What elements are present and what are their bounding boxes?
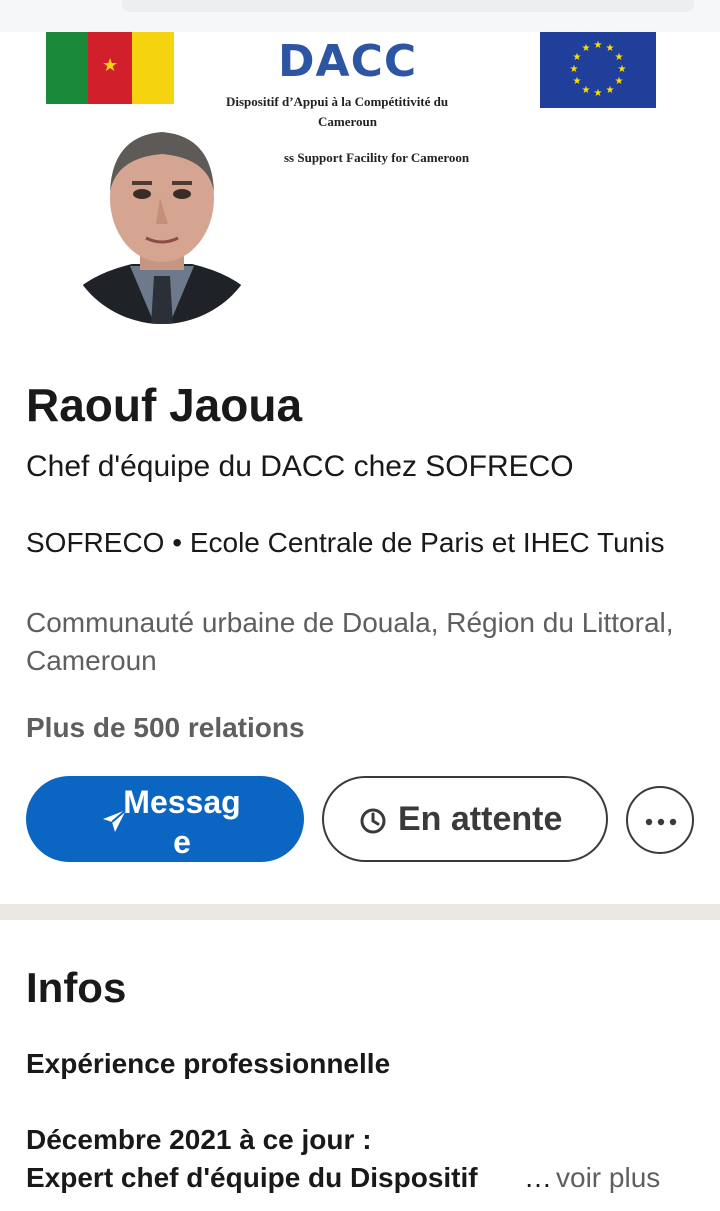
- message-button[interactable]: Message: [26, 776, 304, 862]
- banner-subtitle: ss Support Facility for Cameroon: [284, 150, 470, 165]
- profile-headline: Chef d'équipe du DACC chez SOFRECO: [26, 450, 574, 483]
- see-more-link[interactable]: voir plus: [556, 1162, 660, 1194]
- more-button[interactable]: [626, 786, 694, 854]
- svg-text:★: ★: [606, 85, 615, 96]
- svg-text:★: ★: [573, 76, 582, 87]
- svg-text:★: ★: [582, 85, 591, 96]
- experience-label: Expérience professionnelle: [26, 1048, 391, 1079]
- dacc-logo: DACC: [278, 36, 418, 87]
- svg-text:★: ★: [594, 88, 603, 99]
- svg-text:★: ★: [570, 64, 579, 75]
- banner-subtitle: Cameroun: [318, 114, 377, 129]
- avatar[interactable]: [62, 106, 262, 342]
- clock-icon: [360, 808, 386, 834]
- pending-button[interactable]: En attente: [322, 776, 608, 862]
- experience-description: Expert chef d'équipe du Dispositif: [26, 1162, 478, 1193]
- profile-relations[interactable]: Plus de 500 relations: [26, 712, 305, 744]
- section-divider: [0, 904, 720, 920]
- eu-flag-icon: ★ ★ ★ ★ ★ ★ ★ ★ ★ ★ ★ ★: [540, 32, 656, 108]
- svg-text:★: ★: [594, 40, 603, 51]
- svg-text:★: ★: [618, 64, 627, 75]
- top-bar-pill: [122, 0, 694, 12]
- pending-button-label: En attente: [398, 800, 563, 838]
- top-bar: [0, 0, 720, 32]
- experience-date: Décembre 2021 à ce jour :: [26, 1124, 372, 1155]
- profile-company-education: SOFRECO • Ecole Centrale de Paris et IHE…: [26, 527, 665, 558]
- svg-text:★: ★: [582, 43, 591, 54]
- message-button-label: Message: [123, 784, 241, 860]
- svg-text:★: ★: [615, 76, 624, 87]
- profile-location: Communauté urbaine de Douala, Région du …: [26, 607, 674, 676]
- infos-section-title: Infos: [26, 964, 127, 1011]
- profile-name: Raouf Jaoua: [26, 379, 303, 431]
- cameroon-flag-icon: ★: [46, 32, 174, 104]
- truncation-ellipsis: …: [524, 1162, 552, 1193]
- svg-text:★: ★: [573, 52, 582, 63]
- svg-text:★: ★: [606, 43, 615, 54]
- svg-text:★: ★: [615, 52, 624, 63]
- more-icon: [645, 818, 677, 826]
